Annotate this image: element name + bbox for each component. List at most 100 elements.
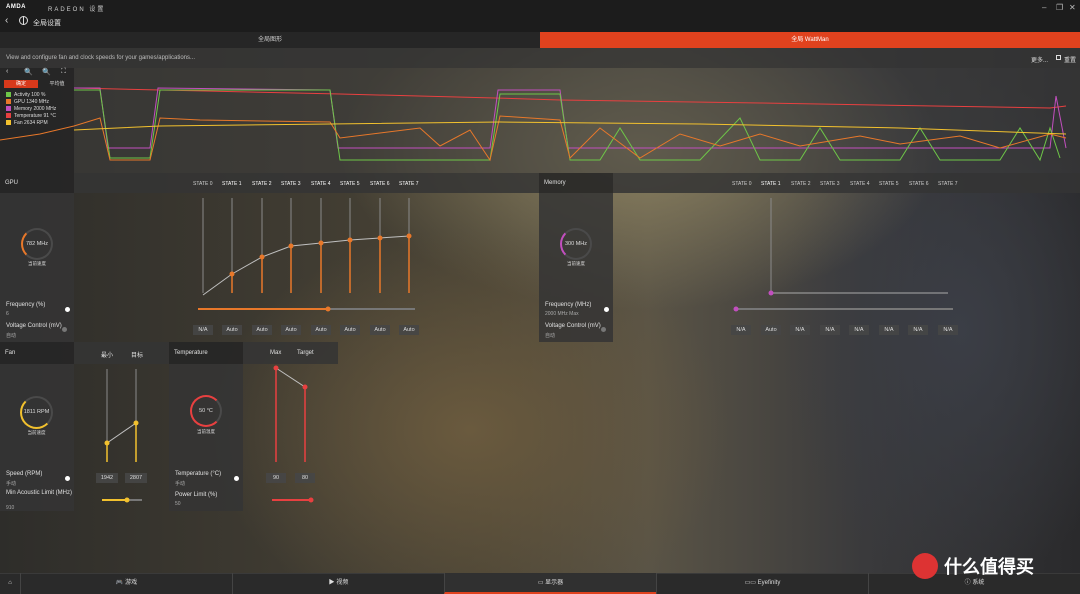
close-icon[interactable]: ✕ — [1069, 3, 1076, 12]
memory-voltage-6[interactable]: N/A — [908, 325, 928, 335]
nav-gaming[interactable]: 🎮 游戏 — [20, 573, 232, 594]
fan-acoustic-thumb — [124, 497, 130, 503]
tab-global-wattman[interactable]: 全局 WattMan — [540, 32, 1080, 48]
fan-handle-target — [133, 420, 139, 426]
gpu-voltage-2[interactable]: Auto — [252, 325, 272, 335]
memory-voltage-mode: 自动 — [545, 333, 556, 339]
gpu-state-handle-4 — [318, 240, 324, 246]
tab-global-graphics[interactable]: 全局图形 — [0, 32, 540, 48]
nav-video[interactable]: ▶ 视频 — [232, 573, 444, 594]
memory-state-6[interactable]: STATE 6 — [909, 181, 929, 187]
reset-button[interactable]: 重置 — [1064, 55, 1076, 64]
memory-voltage-2[interactable]: N/A — [790, 325, 810, 335]
fan-curve[interactable] — [74, 364, 169, 467]
temperature-curve[interactable] — [243, 364, 338, 467]
memory-frequency-slider[interactable] — [733, 305, 958, 313]
gpu-state-handle-3 — [288, 243, 294, 249]
power-limit-slider[interactable] — [270, 496, 316, 504]
gpu-voltage-4[interactable]: Auto — [311, 325, 331, 335]
nav-video-label: 视频 — [336, 580, 349, 586]
fan-acoustic-slider[interactable] — [100, 496, 144, 504]
memory-clock-caption: 当前速度 — [567, 261, 585, 266]
fan-min-input[interactable]: 1942 — [96, 473, 118, 483]
restore-icon[interactable]: ❐ — [1056, 3, 1063, 12]
memory-voltage-5[interactable]: N/A — [879, 325, 899, 335]
memory-state-2[interactable]: STATE 2 — [791, 181, 811, 187]
gpu-state-4[interactable]: STATE 4 — [311, 181, 331, 187]
memory-slider-thumb — [733, 306, 739, 312]
temperature-col-max: Max — [270, 350, 282, 356]
memory-state-3[interactable]: STATE 3 — [820, 181, 840, 187]
temperature-caption: 当前温度 — [197, 429, 215, 434]
nav-eyefinity-label: Eyefinity — [757, 580, 781, 586]
gpu-state-1[interactable]: STATE 1 — [222, 181, 242, 187]
temperature-mode: 手动 — [175, 481, 186, 487]
breadcrumb: 全局设置 — [33, 20, 61, 27]
fan-column-header — [74, 342, 169, 364]
memory-state-header — [613, 173, 1080, 193]
gpu-voltage-5[interactable]: Auto — [340, 325, 360, 335]
gpu-state-handle-2 — [259, 254, 265, 260]
memory-voltage-toggle[interactable] — [601, 327, 606, 332]
memory-state-curve[interactable] — [613, 193, 1080, 298]
fan-col-min: 最小 — [101, 353, 114, 359]
gpu-state-curve[interactable] — [74, 193, 539, 298]
memory-voltage-1[interactable]: Auto — [761, 325, 781, 335]
gpu-voltage-3[interactable]: Auto — [281, 325, 301, 335]
fan-speed-label: Speed (RPM) — [6, 471, 43, 477]
temperature-title: Temperature — [174, 350, 208, 356]
gpu-state-handle-6 — [377, 235, 383, 241]
nav-display[interactable]: ▭ 显示器 — [444, 573, 656, 594]
series-temperature-line — [73, 87, 1067, 109]
gpu-state-0[interactable]: STATE 0 — [193, 181, 213, 187]
gpu-voltage-6[interactable]: Auto — [370, 325, 390, 335]
gpu-voltage-7[interactable]: Auto — [399, 325, 419, 335]
power-limit-value: 50 — [175, 501, 181, 507]
nav-system-label: 系统 — [972, 580, 985, 586]
gpu-state-6[interactable]: STATE 6 — [370, 181, 390, 187]
nav-eyefinity[interactable]: ▭▭ Eyefinity — [656, 573, 868, 594]
gpu-state-3[interactable]: STATE 3 — [281, 181, 301, 187]
gpu-state-handle-1 — [229, 271, 235, 277]
gpu-state-5[interactable]: STATE 5 — [340, 181, 360, 187]
gpu-voltage-1[interactable]: Auto — [222, 325, 242, 335]
back-arrow-icon[interactable]: ‹ — [5, 15, 8, 26]
memory-state-1[interactable]: STATE 1 — [761, 181, 781, 187]
title-bar: AMDA RADEON 设置 – ❐ ✕ ‹ 全局设置 — [0, 0, 1080, 32]
reset-icon[interactable] — [1056, 55, 1061, 60]
gpu-voltage-0[interactable]: N/A — [193, 325, 213, 335]
more-button[interactable]: 更多... — [1031, 55, 1048, 64]
memory-voltage-label: Voltage Control (mV) — [545, 323, 601, 329]
memory-state-7[interactable]: STATE 7 — [938, 181, 958, 187]
gpu-state-handle-7 — [406, 233, 412, 239]
gpu-state-2[interactable]: STATE 2 — [252, 181, 272, 187]
memory-state-4[interactable]: STATE 4 — [850, 181, 870, 187]
globe-icon — [19, 16, 28, 25]
gpu-voltage-toggle[interactable] — [62, 327, 67, 332]
fan-speed-toggle[interactable] — [65, 476, 70, 481]
gpu-voltage-mode: 自动 — [6, 333, 17, 339]
memory-state-5[interactable]: STATE 5 — [879, 181, 899, 187]
gpu-frequency-toggle[interactable] — [65, 307, 70, 312]
gpu-curve-line — [202, 235, 410, 296]
memory-voltage-3[interactable]: N/A — [820, 325, 840, 335]
memory-voltage-7[interactable]: N/A — [938, 325, 958, 335]
memory-title: Memory — [544, 180, 566, 186]
watermark-logo — [912, 553, 938, 579]
memory-voltage-0[interactable]: N/A — [731, 325, 751, 335]
minimize-icon[interactable]: – — [1042, 3, 1046, 12]
gpu-frequency-label: Frequency (%) — [6, 302, 46, 308]
temperature-handle-max — [273, 365, 279, 371]
gpu-state-7[interactable]: STATE 7 — [399, 181, 419, 187]
gpu-state-handle-5 — [347, 237, 353, 243]
temperature-max-input[interactable]: 90 — [266, 473, 286, 483]
eyefinity-icon: ▭▭ — [744, 580, 758, 586]
memory-frequency-toggle[interactable] — [604, 307, 609, 312]
memory-state-0[interactable]: STATE 0 — [732, 181, 752, 187]
temperature-target-input[interactable]: 80 — [295, 473, 315, 483]
memory-voltage-4[interactable]: N/A — [849, 325, 869, 335]
gpu-frequency-slider[interactable] — [195, 305, 420, 313]
temperature-toggle[interactable] — [234, 476, 239, 481]
fan-target-input[interactable]: 2807 — [125, 473, 147, 483]
nav-home[interactable]: ⌂ — [0, 573, 20, 594]
